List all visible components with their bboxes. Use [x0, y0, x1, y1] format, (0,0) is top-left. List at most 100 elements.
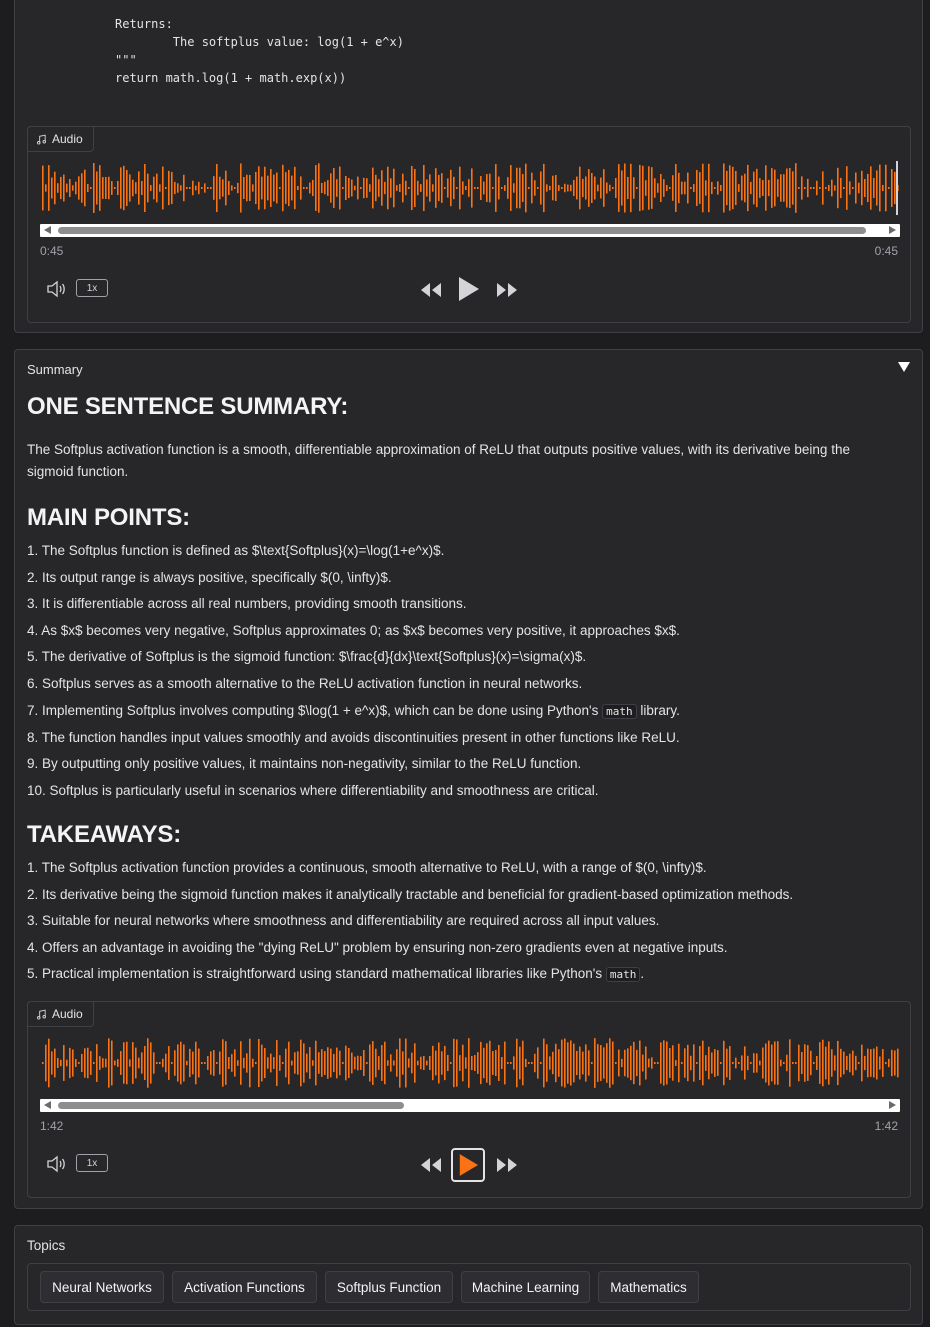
waveform-bar — [588, 169, 590, 207]
waveform-bar — [762, 179, 764, 197]
playback-speed-button[interactable]: 1x — [76, 1154, 108, 1172]
waveform[interactable] — [40, 1032, 900, 1094]
play-icon[interactable] — [458, 1153, 478, 1177]
waveform-bar — [735, 170, 737, 206]
scroll-right-icon[interactable] — [889, 226, 896, 234]
waveform-scrollbar[interactable] — [40, 1099, 900, 1112]
topic-chip[interactable]: Neural Networks — [40, 1271, 164, 1303]
main-point: 2. Its output range is always positive, … — [27, 570, 392, 585]
waveform-bar — [738, 1062, 740, 1064]
waveform-bar — [807, 178, 809, 198]
waveform-bar — [405, 180, 407, 196]
takeaway: 3. Suitable for neural networks where sm… — [27, 913, 660, 928]
waveform-bar — [627, 176, 629, 200]
waveform-bar — [342, 1062, 344, 1064]
waveform-bar — [147, 173, 149, 203]
waveform-bar — [159, 1062, 161, 1064]
playback-speed-button[interactable]: 1x — [76, 279, 108, 297]
waveform-bar — [642, 1054, 644, 1072]
waveform-bar — [417, 1060, 419, 1066]
waveform-bar — [180, 185, 182, 191]
waveform-bar — [759, 178, 761, 198]
waveform-bar — [381, 1045, 383, 1081]
play-icon[interactable] — [457, 276, 479, 302]
waveform-bar — [537, 187, 539, 189]
waveform-bar — [45, 184, 47, 192]
rewind-icon[interactable] — [419, 1157, 443, 1173]
play-button-focused[interactable] — [451, 1148, 485, 1182]
waveform-bar — [210, 1051, 212, 1075]
waveform-bar — [633, 177, 635, 199]
scroll-left-icon[interactable] — [44, 1101, 51, 1109]
topic-chip[interactable]: Activation Functions — [172, 1271, 317, 1303]
scrollbar-thumb[interactable] — [58, 227, 866, 234]
waveform-bar — [57, 1058, 59, 1068]
waveform-bar — [114, 187, 116, 189]
waveform-bar — [459, 166, 461, 210]
scroll-right-icon[interactable] — [889, 1101, 896, 1109]
waveform-bar — [699, 1046, 701, 1080]
fast-forward-icon[interactable] — [495, 282, 519, 298]
waveform-bar — [828, 1041, 830, 1085]
waveform-bar — [588, 1050, 590, 1076]
waveform-bar — [87, 1047, 89, 1079]
waveform-bar — [549, 1056, 551, 1070]
waveform-bar — [483, 181, 485, 195]
waveform-bar — [132, 179, 134, 197]
waveform-bar — [384, 181, 386, 195]
waveform-bar — [105, 177, 107, 199]
audio-player-1: Audio 0:45 0:45 1x — [27, 126, 911, 323]
main-point: 5. The derivative of Softplus is the sig… — [27, 649, 587, 664]
waveform-bar — [693, 1044, 695, 1082]
waveform-bar — [738, 184, 740, 192]
waveform-bar — [876, 170, 878, 206]
waveform-bar — [159, 184, 161, 192]
waveform-bar — [648, 166, 650, 210]
waveform-bar — [423, 165, 425, 211]
collapse-triangle-icon[interactable] — [898, 362, 910, 372]
waveform-bar — [786, 168, 788, 208]
waveform-bar — [171, 1062, 173, 1064]
waveform-bar — [132, 1042, 134, 1084]
waveform-bar — [816, 1056, 818, 1070]
waveform[interactable] — [40, 157, 900, 219]
topic-chip[interactable]: Softplus Function — [325, 1271, 453, 1303]
rewind-icon[interactable] — [419, 282, 443, 298]
topic-chip[interactable]: Mathematics — [598, 1271, 699, 1303]
waveform-bar — [840, 1048, 842, 1078]
volume-icon[interactable] — [46, 1154, 68, 1174]
waveform-bar — [807, 1045, 809, 1081]
waveform-bar — [561, 187, 563, 189]
fast-forward-icon[interactable] — [495, 1157, 519, 1173]
waveform-bar — [60, 176, 62, 200]
waveform-bar — [72, 1049, 74, 1077]
waveform-bar — [783, 1062, 785, 1064]
waveform-bar — [753, 171, 755, 205]
scrollbar-thumb[interactable] — [58, 1102, 404, 1109]
waveform-bar — [210, 187, 212, 189]
waveform-bar — [186, 187, 188, 189]
waveform-bar — [852, 187, 854, 189]
waveform-bar — [840, 177, 842, 199]
scroll-left-icon[interactable] — [44, 226, 51, 234]
waveform-bar — [96, 171, 98, 205]
volume-icon[interactable] — [46, 279, 68, 299]
waveform-bar — [654, 178, 656, 198]
waveform-bar — [765, 1043, 767, 1083]
waveform-bar — [630, 1045, 632, 1081]
waveform-bar — [498, 176, 500, 200]
waveform-scrollbar[interactable] — [40, 224, 900, 237]
waveform-bar — [318, 163, 320, 213]
topic-chip[interactable]: Machine Learning — [461, 1271, 590, 1303]
waveform-bar — [741, 1055, 743, 1071]
waveform-bar — [765, 165, 767, 211]
waveform-bar — [258, 1038, 260, 1088]
waveform-bar — [531, 1062, 533, 1064]
waveform-bar — [621, 170, 623, 206]
waveform-bar — [285, 1048, 287, 1078]
waveform-bar — [261, 1044, 263, 1082]
waveform-bar — [372, 167, 374, 209]
waveform-bar — [492, 1051, 494, 1075]
waveform-bar — [90, 1051, 92, 1075]
waveform-bar — [309, 182, 311, 194]
